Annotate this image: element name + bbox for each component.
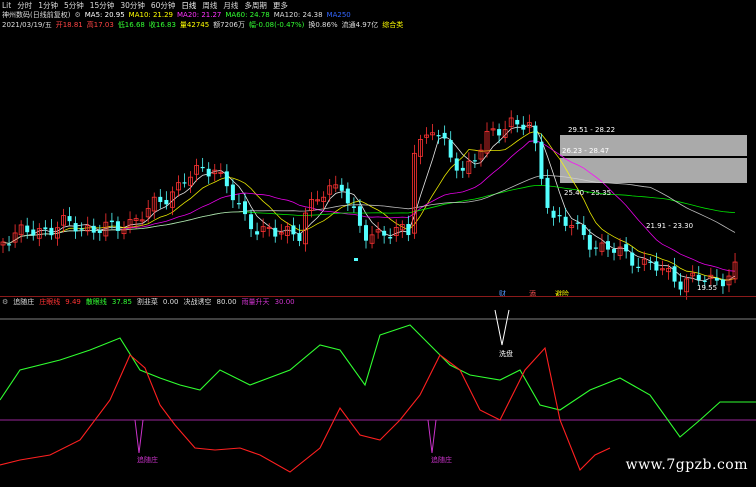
sanhu-line-label: 散眼线 — [85, 298, 107, 306]
zone3-label: 25.40 - 25.35 — [564, 189, 611, 197]
follow-annotation-1: 追随庄 — [137, 455, 158, 464]
candle-body-down — [388, 236, 393, 239]
candle-body-down — [557, 215, 562, 217]
candle-body-down — [720, 279, 725, 287]
candle-body-down — [448, 140, 453, 158]
ma60-line — [2, 184, 736, 245]
candle-body-down — [460, 167, 465, 171]
candle-body-down — [454, 158, 459, 171]
candle-body-down — [648, 261, 653, 263]
sanhu-line-value: 37.85 — [111, 298, 132, 306]
candle-body-down — [357, 206, 362, 226]
candle-body-down — [109, 220, 114, 223]
candle-body-down — [236, 203, 241, 205]
candle-body-down — [230, 184, 235, 201]
candle-body-down — [243, 201, 247, 215]
candle-body-down — [79, 228, 84, 230]
candle-body-down — [533, 125, 538, 144]
candle-body-down — [49, 227, 54, 236]
candle-body-down — [273, 227, 278, 237]
candle-body-down — [249, 214, 254, 230]
candle-body-down — [678, 281, 683, 290]
candle-body-down — [612, 249, 617, 253]
candle-body-down — [67, 216, 72, 222]
candle-body-down — [200, 166, 205, 169]
candle-body-down — [436, 135, 441, 137]
resistance-zone-2 — [560, 158, 747, 183]
candle-body-down — [587, 234, 592, 250]
indicator-settings-icon[interactable]: ⚙ — [2, 298, 8, 306]
candle-body-down — [339, 184, 344, 191]
zhuang-line-value: 9.49 — [65, 298, 81, 306]
cut-value: 0.00 — [162, 298, 179, 306]
candle-body-down — [624, 244, 629, 252]
candle-body-down — [158, 196, 163, 202]
candle-body-down — [593, 247, 598, 249]
candle-body-down — [551, 210, 556, 218]
candle-body-down — [442, 132, 447, 139]
low-price-label: 19.55 — [697, 284, 717, 292]
zhuang-line — [0, 346, 611, 473]
candle-body-down — [497, 129, 502, 136]
candle-body-down — [545, 177, 550, 208]
candle-body-down — [575, 222, 580, 224]
candle-body-down — [255, 231, 260, 235]
indicator-header: ⚙ 追随庄 庄眼线 9.49 散眼线 37.85 割韭菜 0.00 决战诱空 8… — [0, 297, 295, 307]
candle-body-down — [224, 171, 229, 187]
candle-body-down — [25, 225, 30, 233]
rise-label: 雨量升天 — [241, 298, 270, 306]
watermark: www.7gpzb.com — [625, 457, 748, 473]
candle-body-down — [382, 230, 387, 236]
candle-body-down — [654, 261, 659, 271]
candle-body-down — [345, 188, 350, 204]
candle-body-down — [206, 168, 211, 177]
candle-body-down — [672, 266, 677, 282]
zone4-label: 21.91 - 23.30 — [646, 222, 693, 230]
candle-body-down — [297, 233, 302, 241]
follow-signal-2 — [427, 419, 437, 454]
zone2-label: 26.23 - 28.47 — [562, 147, 609, 155]
wash-signal — [494, 309, 510, 346]
candle-body-down — [354, 258, 358, 261]
candle-body-down — [696, 274, 701, 281]
candle-body-down — [521, 124, 526, 130]
decide-label: 决战诱空 — [183, 298, 212, 306]
cut-label: 割韭菜 — [136, 298, 158, 306]
candle-body-down — [97, 230, 102, 233]
candle-body-down — [364, 225, 368, 241]
candle-body-down — [73, 223, 78, 232]
candle-body-down — [539, 141, 544, 179]
candle-body-down — [472, 160, 477, 162]
decide-value: 80.00 — [216, 298, 237, 306]
indicator-lines — [0, 309, 756, 473]
candle-body-down — [43, 227, 48, 230]
candle-body-down — [515, 119, 520, 125]
candle-body-down — [702, 280, 707, 282]
candle-body-down — [7, 244, 12, 246]
follow-annotation-2: 追随庄 — [431, 455, 452, 464]
candle-body-down — [406, 223, 411, 236]
candle-body-down — [91, 225, 96, 233]
wash-annotation: 洗盘 — [499, 349, 513, 358]
zhuang-line-label: 庄眼线 — [39, 298, 61, 306]
candle-body-down — [606, 241, 610, 250]
indicator-name[interactable]: 追随庄 — [13, 297, 34, 307]
ma120-line — [2, 174, 736, 245]
candle-body-down — [291, 225, 296, 235]
candle-body-down — [581, 224, 586, 236]
kline-chart[interactable]: 29.51 - 28.22 26.23 - 28.47 25.40 - 25.3… — [0, 0, 756, 487]
candle-body-down — [182, 182, 187, 184]
zone1-label: 29.51 - 28.22 — [568, 126, 615, 134]
candle-body-down — [636, 266, 641, 269]
follow-signal-1 — [134, 419, 144, 454]
candle-body-down — [31, 229, 36, 236]
candle-body-down — [563, 216, 568, 226]
candle-body-down — [351, 206, 356, 208]
candle-body-down — [164, 199, 169, 205]
price-zones — [560, 135, 747, 183]
candle-body-down — [115, 221, 120, 231]
candle-body-down — [630, 252, 635, 266]
rise-value: 30.00 — [274, 298, 295, 306]
candle-body-down — [714, 278, 719, 281]
